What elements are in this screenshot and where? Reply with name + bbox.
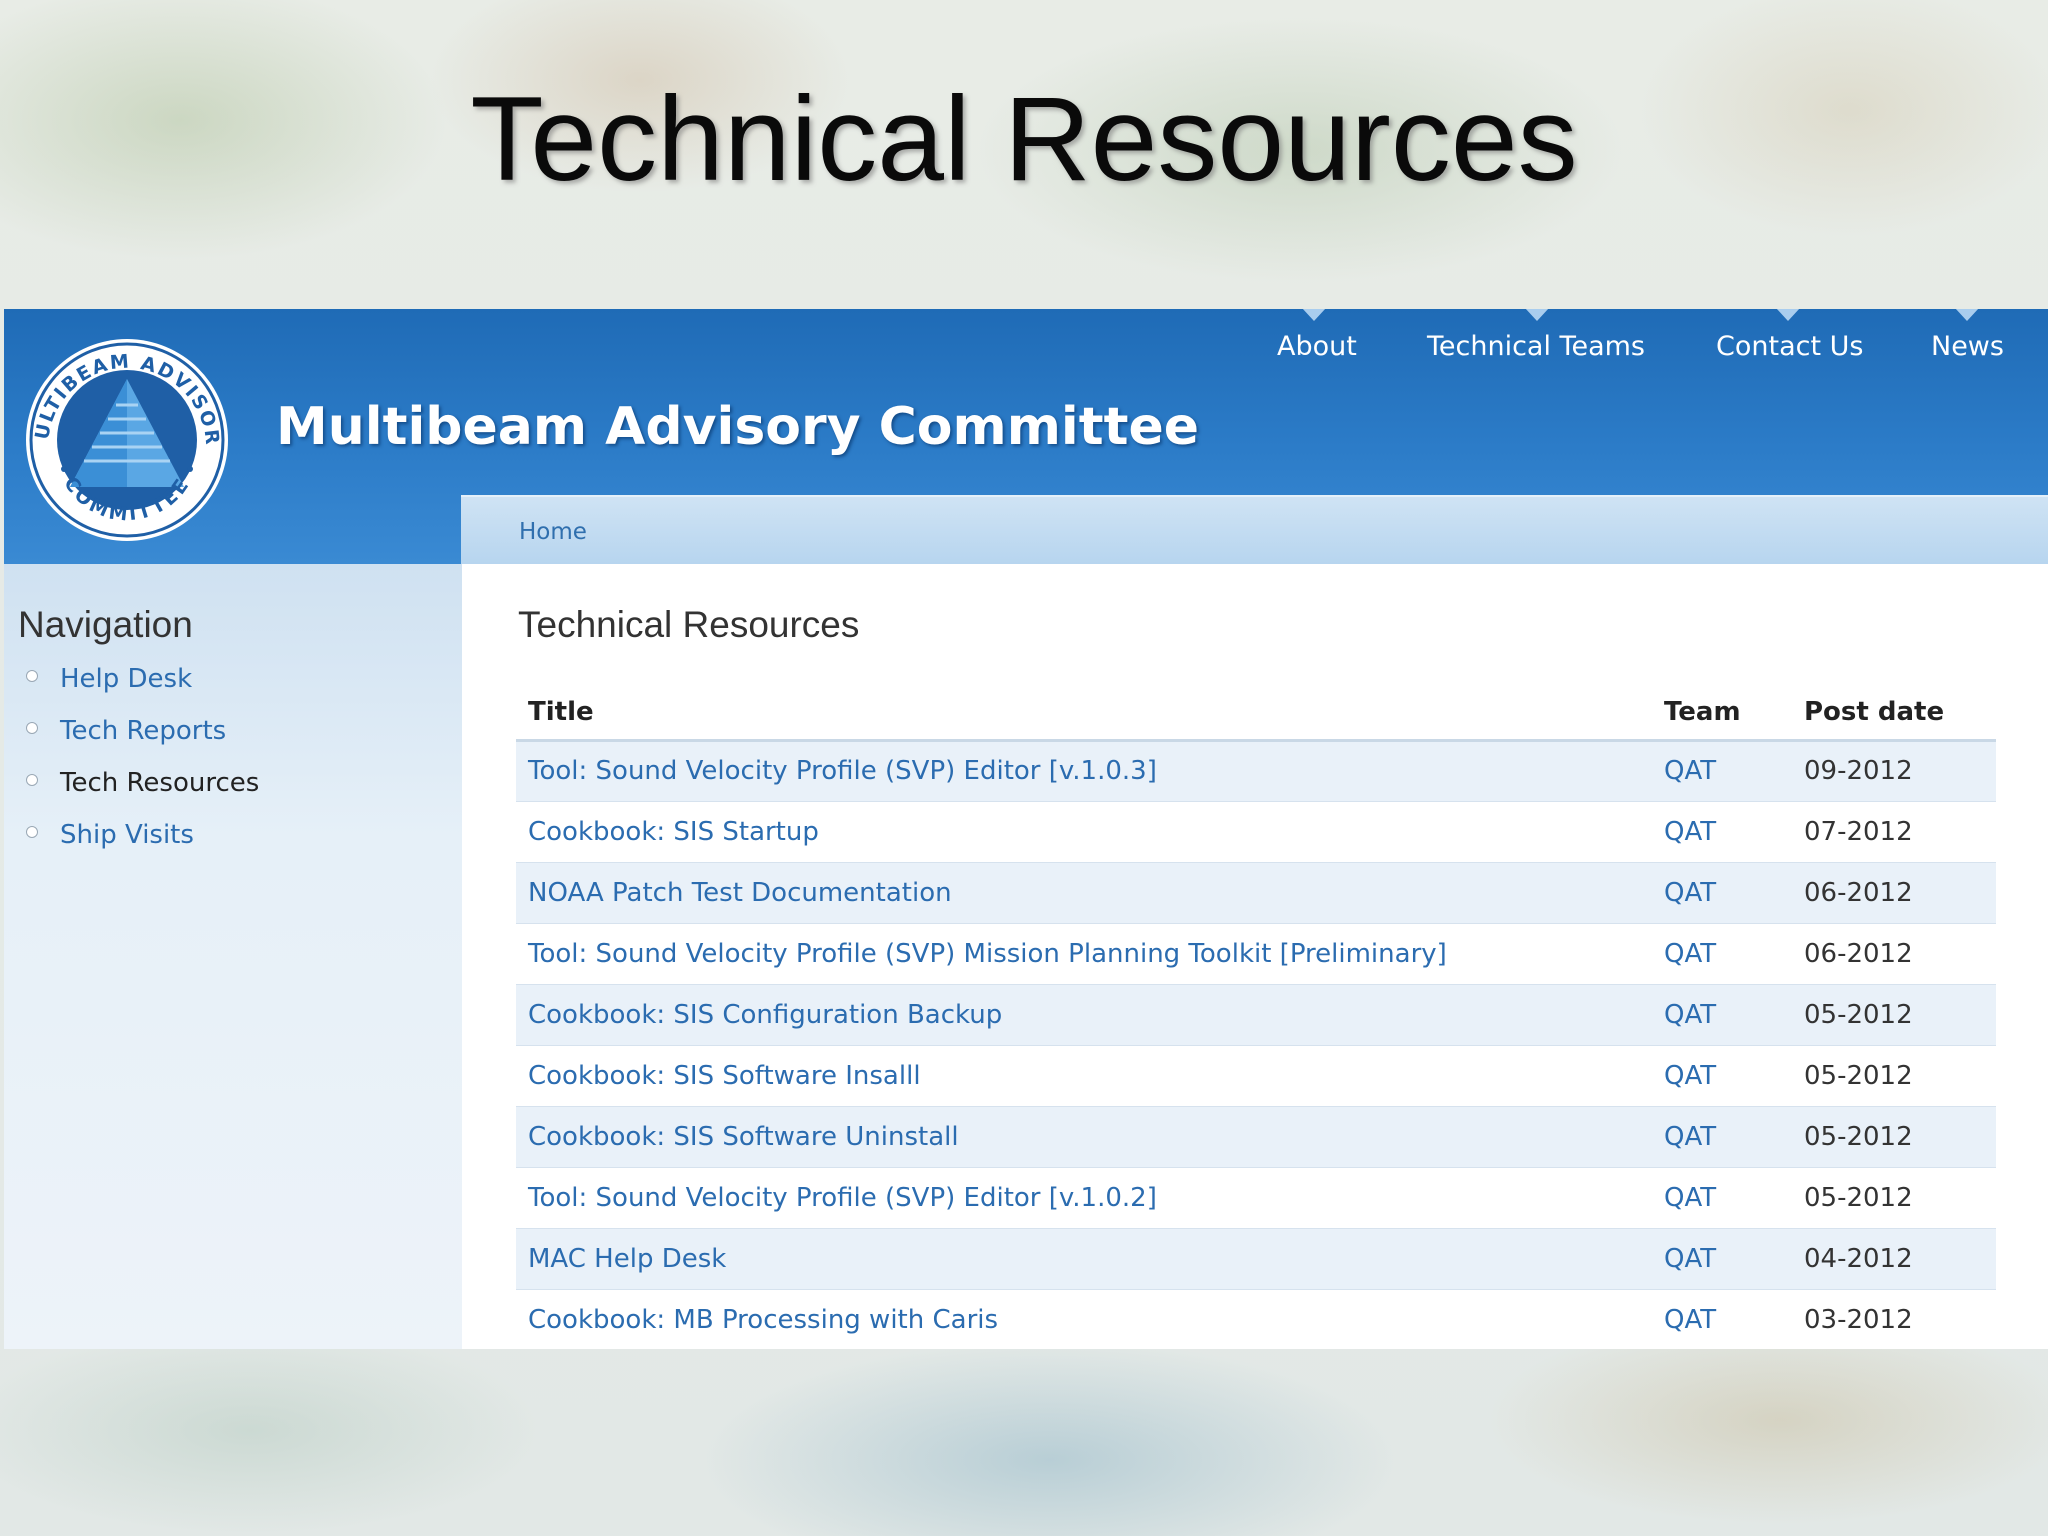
resource-title-link[interactable]: NOAA Patch Test Documentation xyxy=(528,878,952,908)
table-row: Cookbook: SIS Software Uninstall QAT 05-… xyxy=(516,1106,1996,1168)
resource-title-link[interactable]: Cookbook: SIS Configuration Backup xyxy=(528,1000,1002,1030)
row-title-cell: MAC Help Desk xyxy=(516,1228,1652,1290)
row-team-cell: QAT xyxy=(1652,1106,1792,1168)
team-link[interactable]: QAT xyxy=(1664,1122,1716,1152)
team-link[interactable]: QAT xyxy=(1664,1244,1716,1274)
row-team-cell: QAT xyxy=(1652,1045,1792,1107)
bullet-icon xyxy=(26,826,38,838)
row-title-cell: Cookbook: SIS Startup xyxy=(516,801,1652,863)
bullet-icon xyxy=(26,722,38,734)
table-row: Tool: Sound Velocity Profile (SVP) Edito… xyxy=(516,1167,1996,1229)
nav-technical-teams-link[interactable]: Technical Teams xyxy=(1427,331,1645,362)
nav-notch-icon xyxy=(1525,309,1549,321)
column-header-title[interactable]: Title xyxy=(516,686,1652,742)
resource-title-link[interactable]: Tool: Sound Velocity Profile (SVP) Edito… xyxy=(528,1183,1157,1213)
row-post-date: 05-2012 xyxy=(1792,1167,1996,1229)
table-row: Cookbook: MB Processing with Caris QAT 0… xyxy=(516,1289,1996,1349)
nav-notch-icon xyxy=(1776,309,1800,321)
resource-title-link[interactable]: Cookbook: SIS Software Uninstall xyxy=(528,1122,959,1152)
row-post-date: 06-2012 xyxy=(1792,862,1996,924)
breadcrumb-home-link[interactable]: Home xyxy=(519,519,587,545)
nav-news-link[interactable]: News xyxy=(1931,331,2004,362)
nav-notch-icon xyxy=(1955,309,1979,321)
row-team-cell: QAT xyxy=(1652,801,1792,863)
sidebar-heading: Navigation xyxy=(18,604,193,645)
row-title-cell: Cookbook: SIS Configuration Backup xyxy=(516,984,1652,1046)
sidebar-item-label[interactable]: Ship Visits xyxy=(60,820,194,850)
row-team-cell: QAT xyxy=(1652,740,1792,802)
table-row: Tool: Sound Velocity Profile (SVP) Missi… xyxy=(516,923,1996,985)
row-post-date: 03-2012 xyxy=(1792,1289,1996,1349)
nav-notch-icon xyxy=(1302,309,1326,321)
row-post-date: 06-2012 xyxy=(1792,923,1996,985)
row-title-cell: Tool: Sound Velocity Profile (SVP) Edito… xyxy=(516,1167,1652,1229)
row-title-cell: Cookbook: MB Processing with Caris xyxy=(516,1289,1652,1349)
row-team-cell: QAT xyxy=(1652,984,1792,1046)
row-team-cell: QAT xyxy=(1652,862,1792,924)
row-team-cell: QAT xyxy=(1652,1289,1792,1349)
row-team-cell: QAT xyxy=(1652,1167,1792,1229)
site-header: MULTIBEAM ADVISORY COMMITTEE Multibeam A… xyxy=(4,309,2048,564)
row-title-cell: Tool: Sound Velocity Profile (SVP) Edito… xyxy=(516,740,1652,802)
row-post-date: 04-2012 xyxy=(1792,1228,1996,1290)
row-post-date: 05-2012 xyxy=(1792,984,1996,1046)
team-link[interactable]: QAT xyxy=(1664,1183,1716,1213)
row-team-cell: QAT xyxy=(1652,1228,1792,1290)
resource-title-link[interactable]: Cookbook: MB Processing with Caris xyxy=(528,1305,998,1335)
row-title-cell: Cookbook: SIS Software Uninstall xyxy=(516,1106,1652,1168)
column-header-post-date[interactable]: Post date xyxy=(1792,686,1996,742)
table-row: Tool: Sound Velocity Profile (SVP) Edito… xyxy=(516,740,1996,802)
resources-table: Title Team Post date Tool: Sound Velocit… xyxy=(516,686,1996,1349)
row-post-date: 09-2012 xyxy=(1792,740,1996,802)
resource-title-link[interactable]: MAC Help Desk xyxy=(528,1244,726,1274)
table-row: Cookbook: SIS Startup QAT 07-2012 xyxy=(516,801,1996,863)
team-link[interactable]: QAT xyxy=(1664,878,1716,908)
sidebar-item-label[interactable]: Help Desk xyxy=(60,664,192,694)
row-post-date: 05-2012 xyxy=(1792,1045,1996,1107)
table-row: Cookbook: SIS Software Insalll QAT 05-20… xyxy=(516,1045,1996,1107)
team-link[interactable]: QAT xyxy=(1664,1061,1716,1091)
row-post-date: 05-2012 xyxy=(1792,1106,1996,1168)
main-content: Technical Resources Title Team Post date… xyxy=(462,564,2048,1349)
sidebar-item-label[interactable]: Tech Resources xyxy=(60,768,259,798)
slide-title: Technical Resources xyxy=(470,72,1578,206)
resource-title-link[interactable]: Cookbook: SIS Software Insalll xyxy=(528,1061,921,1091)
team-link[interactable]: QAT xyxy=(1664,817,1716,847)
bullet-icon xyxy=(26,774,38,786)
row-title-cell: NOAA Patch Test Documentation xyxy=(516,862,1652,924)
team-link[interactable]: QAT xyxy=(1664,939,1716,969)
row-post-date: 07-2012 xyxy=(1792,801,1996,863)
top-navigation: About Technical Teams Contact Us News xyxy=(4,309,2048,369)
team-link[interactable]: QAT xyxy=(1664,1305,1716,1335)
row-team-cell: QAT xyxy=(1652,923,1792,985)
team-link[interactable]: QAT xyxy=(1664,1000,1716,1030)
sidebar-item-label[interactable]: Tech Reports xyxy=(60,716,226,746)
team-link[interactable]: QAT xyxy=(1664,756,1716,786)
breadcrumb: Home xyxy=(461,495,2048,564)
table-row: MAC Help Desk QAT 04-2012 xyxy=(516,1228,1996,1290)
page-title: Technical Resources xyxy=(518,604,860,645)
site-name: Multibeam Advisory Committee xyxy=(276,397,1199,457)
row-title-cell: Tool: Sound Velocity Profile (SVP) Missi… xyxy=(516,923,1652,985)
resource-title-link[interactable]: Tool: Sound Velocity Profile (SVP) Missi… xyxy=(528,939,1447,969)
nav-about-link[interactable]: About xyxy=(1277,331,1357,362)
table-row: Cookbook: SIS Configuration Backup QAT 0… xyxy=(516,984,1996,1046)
bullet-icon xyxy=(26,670,38,682)
row-title-cell: Cookbook: SIS Software Insalll xyxy=(516,1045,1652,1107)
column-header-team[interactable]: Team xyxy=(1652,686,1792,742)
sidebar: Navigation Help Desk Tech Reports Tech R… xyxy=(4,564,462,1349)
nav-contact-us-link[interactable]: Contact Us xyxy=(1716,331,1863,362)
website-screenshot: MULTIBEAM ADVISORY COMMITTEE Multibeam A… xyxy=(4,309,2048,1349)
resource-title-link[interactable]: Cookbook: SIS Startup xyxy=(528,817,819,847)
table-row: NOAA Patch Test Documentation QAT 06-201… xyxy=(516,862,1996,924)
table-header-row: Title Team Post date xyxy=(516,686,1996,742)
resource-title-link[interactable]: Tool: Sound Velocity Profile (SVP) Edito… xyxy=(528,756,1157,786)
